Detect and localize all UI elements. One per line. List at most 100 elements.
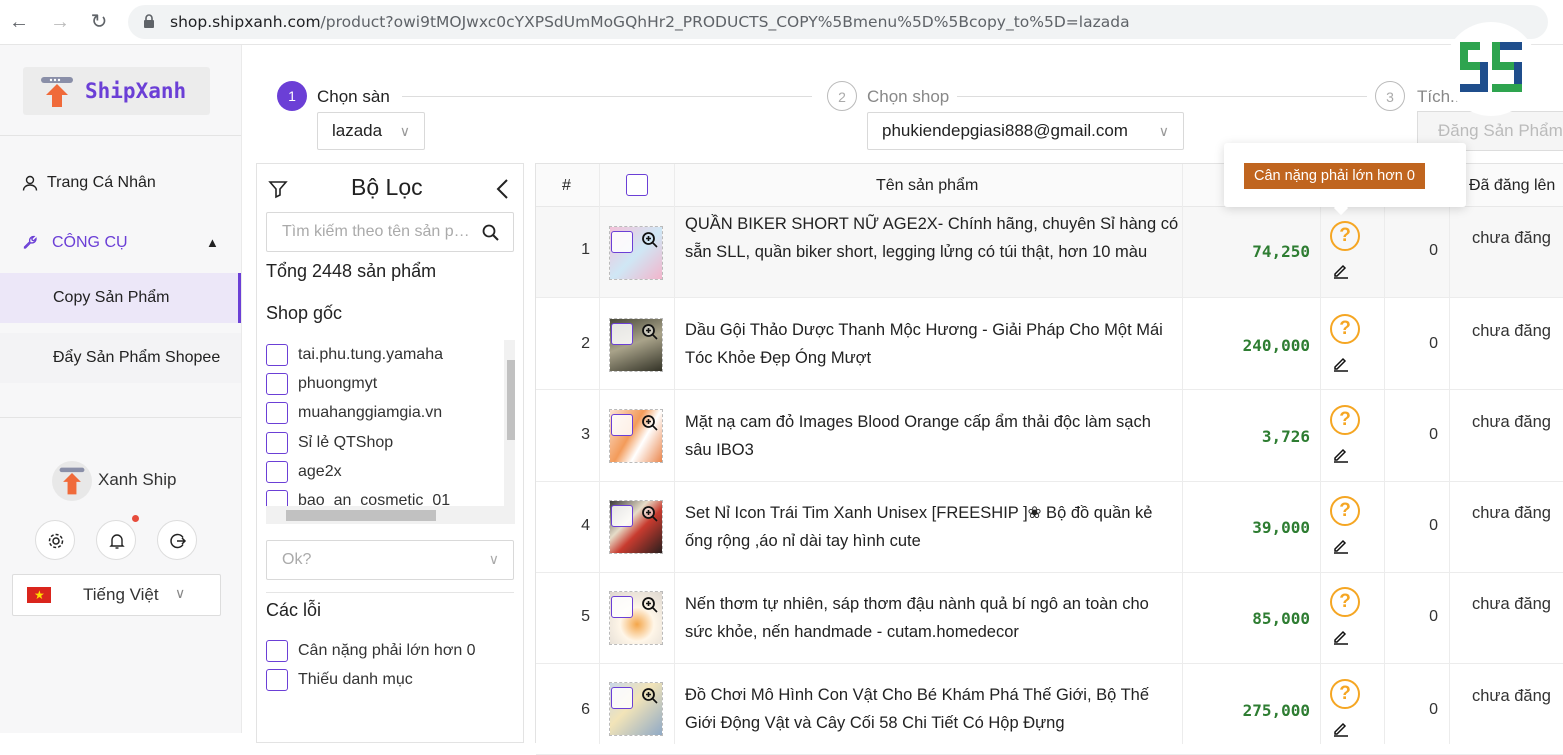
url-text: shop.shipxanh.com/product?owi9tMOJwxc0cY… (170, 13, 1130, 31)
back-icon[interactable]: ← (8, 11, 30, 33)
scrollbar-thumb[interactable] (286, 510, 436, 521)
language-select[interactable]: ★ Tiếng Việt ∨ (12, 574, 221, 616)
zoom-in-icon[interactable] (641, 323, 659, 341)
step-2-title: Chọn shop (867, 87, 950, 106)
edit-icon[interactable] (1332, 261, 1350, 279)
column-divider (599, 164, 600, 744)
zoom-in-icon[interactable] (641, 231, 659, 249)
help-icon[interactable]: ? (1330, 679, 1360, 709)
product-thumbnail[interactable] (609, 318, 663, 372)
forward-icon[interactable]: → (49, 11, 71, 33)
status-text: chưa đăng (1472, 413, 1551, 431)
edit-icon[interactable] (1332, 627, 1350, 645)
table-row[interactable]: 1 QUẦN BIKER SHORT NỮ AGE2X- Chính hãng,… (536, 207, 1563, 298)
row-checkbox[interactable] (611, 414, 633, 436)
collapse-icon[interactable] (495, 178, 511, 200)
row-checkbox[interactable] (611, 505, 633, 527)
edit-icon[interactable] (1332, 719, 1350, 737)
brand-logo (1444, 22, 1538, 116)
product-name: Set Nỉ Icon Trái Tim Xanh Unisex [FREESH… (685, 504, 1153, 550)
vertical-scrollbar[interactable] (504, 340, 515, 506)
checkbox[interactable] (266, 461, 288, 483)
zoom-in-icon[interactable] (641, 687, 659, 705)
error-tooltip: Cân nặng phải lớn hơn 0 (1224, 143, 1466, 216)
product-name: Mặt nạ cam đỏ Images Blood Orange cấp ẩm… (685, 413, 1151, 459)
zoom-in-icon[interactable] (641, 414, 659, 432)
sidebar-item-profile[interactable]: Trang Cá Nhân (0, 158, 241, 208)
help-icon[interactable]: ? (1330, 405, 1360, 435)
status-select[interactable]: Ok? ∨ (266, 540, 514, 580)
shop-label: muahanggiamgia.vn (298, 404, 443, 421)
sidebar-item-tools[interactable]: CÔNG CỤ ▲ (0, 218, 241, 268)
sidebar-item-copy-products[interactable]: Copy Sản Phẩm (0, 273, 241, 323)
reload-icon[interactable]: ↻ (88, 11, 110, 33)
table-row[interactable]: 2 Dầu Gội Thảo Dược Thanh Mộc Hương - Gi… (536, 299, 1563, 390)
checkbox[interactable] (266, 640, 288, 662)
row-checkbox[interactable] (611, 323, 633, 345)
row-checkbox[interactable] (611, 687, 633, 709)
product-thumbnail[interactable] (609, 226, 663, 280)
product-thumbnail[interactable] (609, 409, 663, 463)
edit-icon[interactable] (1332, 536, 1350, 554)
zoom-in-icon[interactable] (641, 596, 659, 614)
table-row[interactable]: 6 Đồ Chơi Mô Hình Con Vật Cho Bé Khám Ph… (536, 664, 1563, 755)
table-row[interactable]: 4 Set Nỉ Icon Trái Tim Xanh Unisex [FREE… (536, 482, 1563, 573)
column-divider (1449, 164, 1450, 744)
logout-button[interactable] (157, 520, 197, 560)
status-text: chưa đăng (1472, 504, 1551, 522)
step-connector (402, 96, 812, 97)
row-checkbox[interactable] (611, 231, 633, 253)
settings-button[interactable] (35, 520, 75, 560)
table-row[interactable]: 3 Mặt nạ cam đỏ Images Blood Orange cấp … (536, 391, 1563, 482)
horizontal-scrollbar[interactable] (266, 506, 515, 524)
address-bar[interactable]: shop.shipxanh.com/product?owi9tMOJwxc0cY… (128, 5, 1548, 39)
row-index: 5 (581, 608, 590, 625)
select-all-checkbox[interactable] (626, 174, 648, 196)
errors-section-title: Các lỗi (266, 600, 322, 620)
search-icon[interactable] (482, 224, 499, 241)
marketplace-value: lazada (332, 121, 383, 140)
sidebar-item-push-shopee[interactable]: Đẩy Sản Phẩm Shopee (0, 333, 241, 383)
gear-icon (48, 533, 64, 549)
checkbox[interactable] (266, 402, 288, 424)
zoom-in-icon[interactable] (641, 505, 659, 523)
avatar[interactable] (52, 461, 92, 501)
product-price: 3,726 (1261, 427, 1310, 446)
filter-title: Bộ Lọc (351, 174, 423, 200)
divider (0, 135, 241, 136)
filter-panel: Bộ Lọc Tìm kiếm theo tên sản phẩm Tổng 2… (256, 163, 524, 743)
notifications-button[interactable] (96, 520, 136, 560)
help-icon[interactable]: ? (1330, 221, 1360, 251)
filter-icon (268, 181, 288, 199)
product-price: 240,000 (1242, 336, 1310, 355)
scrollbar-thumb[interactable] (507, 360, 515, 440)
sidebar-item-label: Trang Cá Nhân (47, 174, 156, 191)
search-input[interactable]: Tìm kiếm theo tên sản phẩm (266, 212, 514, 252)
help-icon[interactable]: ? (1330, 587, 1360, 617)
product-thumbnail[interactable] (609, 591, 663, 645)
checkbox[interactable] (266, 669, 288, 691)
product-thumbnail[interactable] (609, 682, 663, 736)
column-header-name: Tên sản phẩm (876, 177, 979, 194)
checkbox[interactable] (266, 432, 288, 454)
rocket-logo-icon (41, 77, 73, 107)
logo[interactable]: ShipXanh (23, 67, 210, 115)
url-path: /product?owi9tMOJwxc0cYXPSdUmMoGQhHr2_PR… (320, 13, 1130, 31)
product-thumbnail[interactable] (609, 500, 663, 554)
divider (266, 592, 514, 593)
help-icon[interactable]: ? (1330, 314, 1360, 344)
help-icon[interactable]: ? (1330, 496, 1360, 526)
marketplace-select[interactable]: lazada ∨ (317, 112, 425, 150)
edit-icon[interactable] (1332, 445, 1350, 463)
edit-icon[interactable] (1332, 354, 1350, 372)
checkbox[interactable] (266, 373, 288, 395)
language-label: Tiếng Việt (83, 585, 159, 604)
table-row[interactable]: 5 Nến thơm tự nhiên, sáp thơm đậu nành q… (536, 573, 1563, 664)
shop-label: tai.phu.tung.yamaha (298, 346, 443, 363)
shop-select[interactable]: phukiendepgiasi888@gmail.com ∨ (867, 112, 1184, 150)
step-2-number: 2 (827, 81, 857, 111)
row-checkbox[interactable] (611, 596, 633, 618)
browser-toolbar: ← → ↻ shop.shipxanh.com/product?owi9tMOJ… (0, 0, 1563, 45)
checkbox[interactable] (266, 344, 288, 366)
shop-list: tai.phu.tung.yamaha phuongmyt muahanggia… (266, 340, 515, 526)
